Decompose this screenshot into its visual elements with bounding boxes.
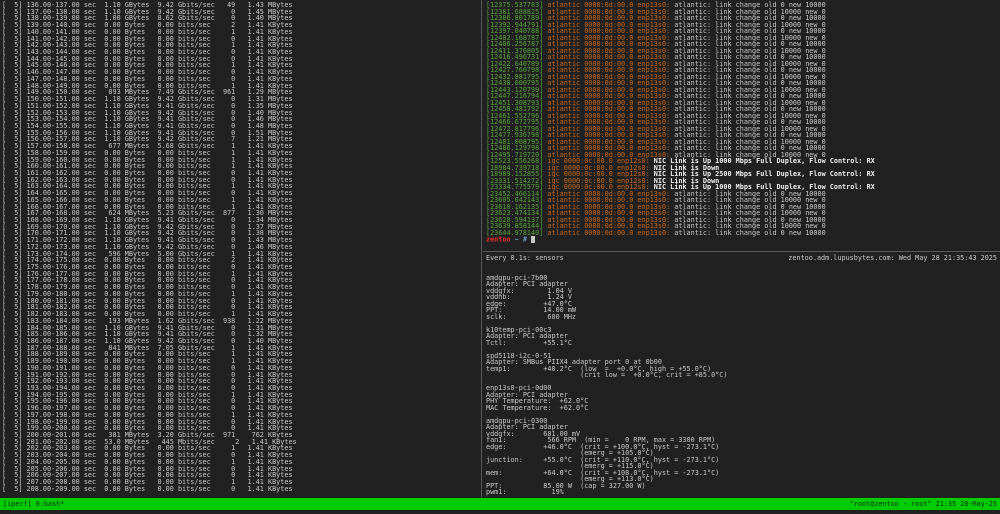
tmux-terminal: [ 5] 136.00-137.00 sec 1.10 GBytes 9.42 …: [0, 0, 1000, 514]
prompt-path-symbol: ~ #: [511, 236, 531, 244]
pane-divider-horizontal[interactable]: [483, 251, 1000, 252]
sensors-watch-pane[interactable]: Every 0.1s: sensors zentoo.adm.lupusbyte…: [486, 255, 997, 496]
dmesg-line: [23644.978140] atlantic 0000:0d:00.0 enp…: [486, 230, 875, 237]
terminal-cursor: [531, 236, 535, 243]
watch-interval-label: Every 0.1s: sensors: [486, 255, 564, 262]
tmux-status-bar: [iperf] 0:bash* "root@zentoo - root" 21:…: [0, 498, 1000, 510]
prompt-hostname: zentoo: [486, 236, 511, 244]
sensors-output: amdgpu-pci-7b00 Adapter: PCI adapter vdd…: [486, 262, 997, 496]
pane-divider-vertical[interactable]: [481, 0, 482, 497]
watch-host-datetime: zentoo.adm.lupusbytes.com: Wed May 28 21…: [788, 255, 997, 262]
shell-prompt: zentoo ~ #: [486, 236, 875, 243]
dmesg-log: [12375.537783] atlantic 0000:0d:00.0 enp…: [486, 2, 875, 236]
tmux-session-window-list[interactable]: [iperf] 0:bash*: [3, 500, 64, 508]
tmux-status-right: "root@zentoo - root" 21:35 28-May-25: [850, 500, 997, 508]
iperf-output-pane[interactable]: [ 5] 136.00-137.00 sec 1.10 GBytes 9.42 …: [2, 2, 297, 492]
dmesg-pane[interactable]: [12375.537783] atlantic 0000:0d:00.0 enp…: [486, 2, 875, 243]
